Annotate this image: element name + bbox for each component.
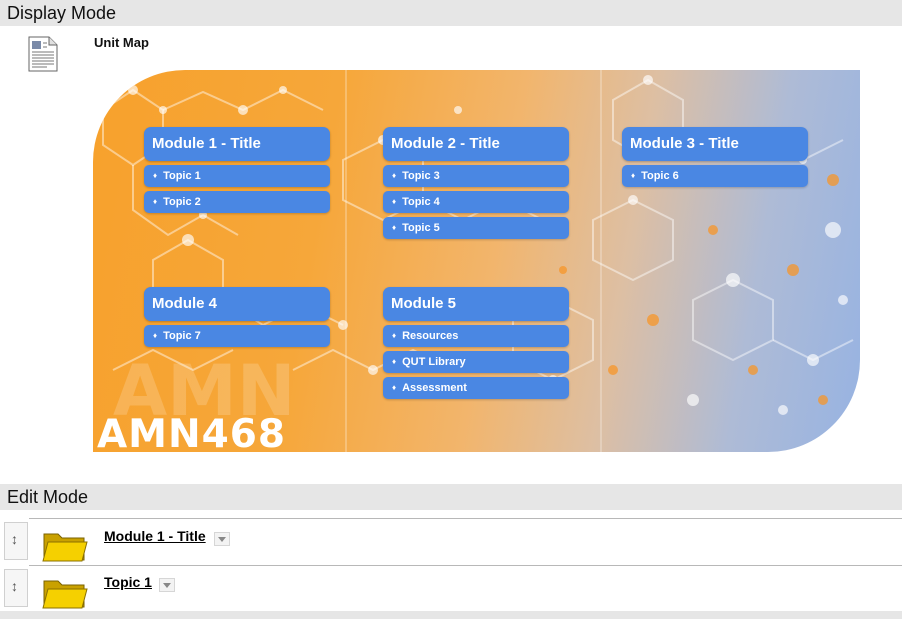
module-4-link[interactable]: Module 4 bbox=[144, 287, 330, 321]
resources-link[interactable]: ♦ Resources bbox=[383, 325, 569, 347]
module-1-item-link[interactable]: Module 1 - Title bbox=[104, 528, 206, 544]
item-menu-button[interactable] bbox=[159, 578, 175, 592]
bullet-icon: ♦ bbox=[392, 197, 397, 206]
module-5-link[interactable]: Module 5 bbox=[383, 287, 569, 321]
course-code: AMN468 bbox=[97, 412, 287, 452]
topic-1-link[interactable]: ♦ Topic 1 bbox=[144, 165, 330, 187]
topic-6-link[interactable]: ♦ Topic 6 bbox=[622, 165, 808, 187]
topic-3-link[interactable]: ♦ Topic 3 bbox=[383, 165, 569, 187]
bullet-icon: ♦ bbox=[392, 383, 397, 392]
edit-mode-header: Edit Mode bbox=[0, 484, 902, 510]
topic-2-link[interactable]: ♦ Topic 2 bbox=[144, 191, 330, 213]
content-item-row: ↕ Module 1 - Title bbox=[0, 518, 902, 564]
topic-4-link[interactable]: ♦ Topic 4 bbox=[383, 191, 569, 213]
module-1-link[interactable]: Module 1 - Title bbox=[144, 127, 330, 161]
chevron-down-icon bbox=[163, 583, 171, 588]
drag-handle[interactable]: ↕ bbox=[4, 522, 28, 560]
bullet-icon: ♦ bbox=[392, 331, 397, 340]
drag-handle[interactable]: ↕ bbox=[4, 569, 28, 607]
item-menu-button[interactable] bbox=[214, 532, 230, 546]
topic-5-link[interactable]: ♦ Topic 5 bbox=[383, 217, 569, 239]
display-mode-header: Display Mode bbox=[0, 0, 902, 26]
qut-library-link[interactable]: ♦ QUT Library bbox=[383, 351, 569, 373]
drag-handle-icon: ↕ bbox=[11, 531, 18, 547]
bullet-icon: ♦ bbox=[153, 171, 158, 180]
module-2-link[interactable]: Module 2 - Title bbox=[383, 127, 569, 161]
assessment-link[interactable]: ♦ Assessment bbox=[383, 377, 569, 399]
topic-1-item-link[interactable]: Topic 1 bbox=[104, 574, 152, 590]
bullet-icon: ♦ bbox=[153, 331, 158, 340]
document-icon bbox=[28, 36, 58, 72]
unit-map-banner: AMN AMN468 Module 1 - Title ♦ Topic 1 ♦ To… bbox=[93, 70, 860, 452]
bullet-icon: ♦ bbox=[392, 223, 397, 232]
bullet-icon: ♦ bbox=[392, 357, 397, 366]
bullet-icon: ♦ bbox=[631, 171, 636, 180]
folder-icon bbox=[42, 533, 88, 562]
footer-strip bbox=[0, 611, 902, 619]
module-3-link[interactable]: Module 3 - Title bbox=[622, 127, 808, 161]
content-item-row: ↕ Topic 1 bbox=[0, 565, 902, 611]
bullet-icon: ♦ bbox=[392, 171, 397, 180]
chevron-down-icon bbox=[218, 537, 226, 542]
bullet-icon: ♦ bbox=[153, 197, 158, 206]
topic-7-link[interactable]: ♦ Topic 7 bbox=[144, 325, 330, 347]
drag-handle-icon: ↕ bbox=[11, 578, 18, 594]
folder-icon bbox=[42, 580, 88, 609]
unit-map-title[interactable]: Unit Map bbox=[94, 35, 149, 50]
